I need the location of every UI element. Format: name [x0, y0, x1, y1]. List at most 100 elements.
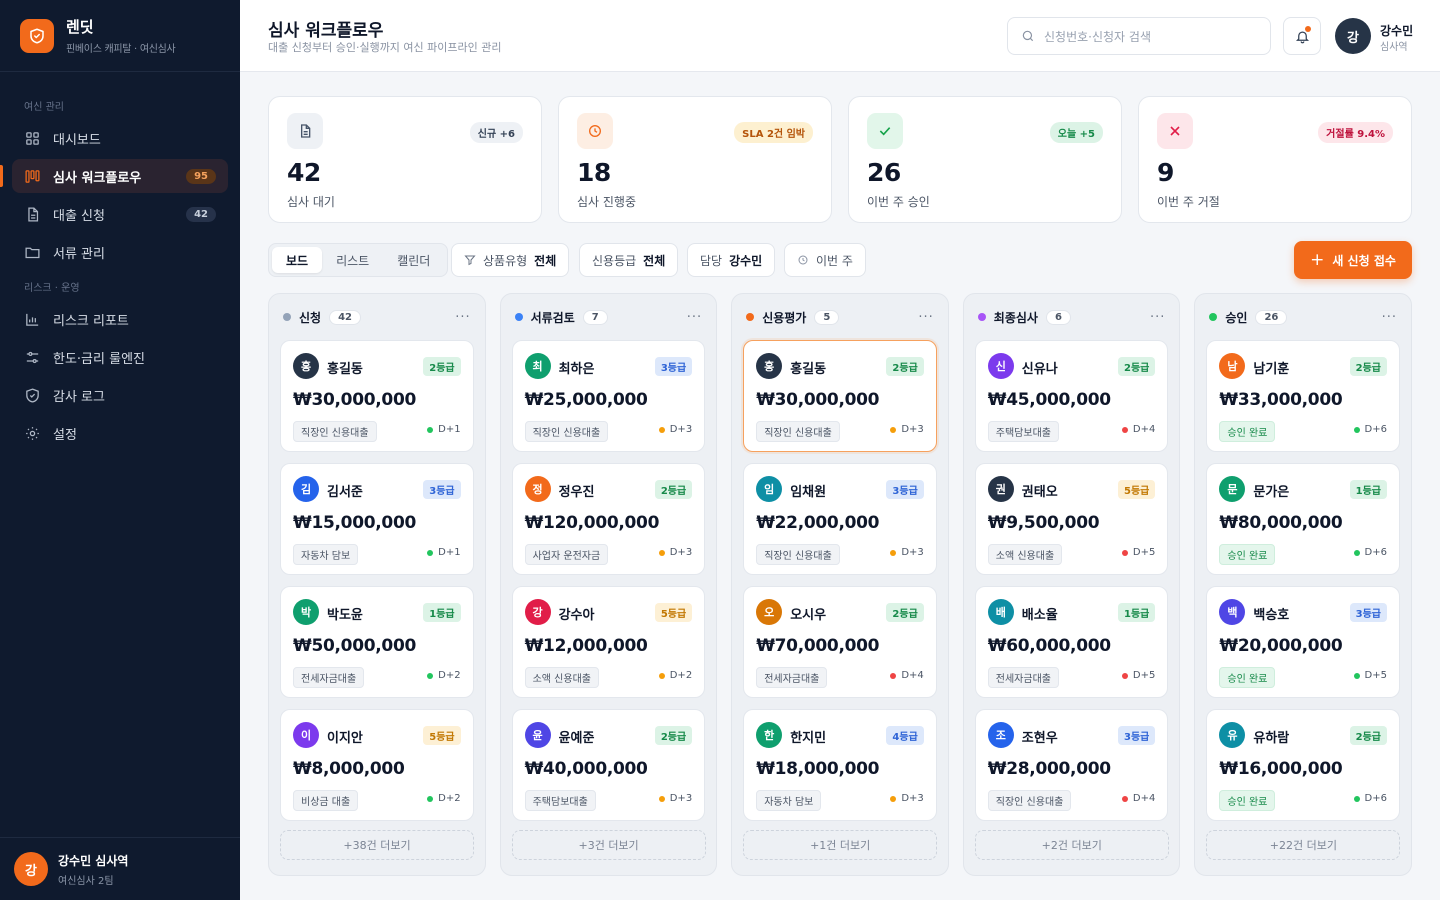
clock-icon: [577, 113, 613, 149]
tab-board[interactable]: 보드: [272, 247, 323, 273]
applicant-name: 정우진: [558, 485, 595, 500]
due-days: D+3: [901, 793, 924, 804]
more-options-icon[interactable]: ···: [1382, 310, 1397, 325]
stats-row: 신규 +6 42 심사 대기 SLA 2건 임박 18 심사 진행중 오늘 +5…: [268, 96, 1412, 223]
applicant-name: 박도윤: [327, 608, 363, 623]
due-days: D+5: [1132, 547, 1156, 558]
filter-value: 전체: [643, 253, 666, 268]
due-indicator: D+5: [1121, 547, 1156, 558]
load-more-button[interactable]: +22건 더보기: [1206, 830, 1401, 860]
application-card[interactable]: 홍 홍길동 2등급 ₩30,000,000 직장인 신용대출 D+3: [743, 340, 937, 452]
sidebar-user-team: 여신심사 2팀: [58, 875, 114, 887]
avatar: 박: [293, 599, 319, 625]
applicant-name: 이지안: [327, 731, 363, 746]
loan-amount: ₩15,000,000: [293, 513, 416, 533]
sidebar-user-profile[interactable]: 강 강수민 심사역 여신심사 2팀: [0, 837, 240, 900]
application-card[interactable]: 문 문가은 1등급 ₩80,000,000 승인 완료 D+6: [1206, 463, 1400, 575]
product-tag: 직장인 신용대출: [756, 544, 840, 565]
sidebar-item-settings[interactable]: 설정: [12, 416, 228, 450]
more-options-icon[interactable]: ···: [1150, 310, 1165, 325]
sidebar-item-workflow[interactable]: 심사 워크플로우 95: [0, 159, 228, 193]
applicant-name: 최하은: [558, 362, 595, 377]
load-more-button[interactable]: +1건 더보기: [743, 830, 938, 860]
loan-amount: ₩22,000,000: [756, 513, 880, 533]
application-card[interactable]: 남 남기훈 2등급 ₩33,000,000 승인 완료 D+6: [1206, 340, 1400, 452]
sidebar-item-count-badge: 42: [186, 206, 216, 222]
column-count-badge: 7: [582, 309, 608, 325]
tab-calendar[interactable]: 캘린더: [383, 247, 444, 273]
sidebar-item-dashboard[interactable]: 대시보드: [12, 121, 228, 155]
avatar[interactable]: 강: [1335, 18, 1371, 54]
stat-card-rejected[interactable]: 거절률 9.4% 9 이번 주 거절: [1138, 96, 1412, 223]
credit-grade-badge: 3등급: [1118, 726, 1156, 745]
sidebar-item-loan-application[interactable]: 대출 신청 42: [12, 197, 228, 231]
avatar: 윤: [524, 722, 551, 748]
filter-credit-grade[interactable]: 신용등급 전체: [579, 243, 679, 277]
due-indicator: D+5: [1353, 670, 1387, 681]
stat-card-in-progress[interactable]: SLA 2건 임박 18 심사 진행중: [558, 96, 832, 223]
sidebar-item-rule-engine[interactable]: 한도·금리 룰엔진: [12, 340, 228, 374]
application-card[interactable]: 신 신유나 2등급 ₩45,000,000 주택담보대출 D+4: [974, 340, 1169, 452]
credit-grade-badge: 3등급: [886, 480, 924, 499]
due-status-dot: [1353, 672, 1360, 679]
application-card[interactable]: 한 한지민 4등급 ₩18,000,000 자동차 담보 D+3: [743, 709, 937, 821]
column-title: 최종심사: [993, 310, 1038, 325]
avatar: 홍: [293, 353, 319, 379]
application-card[interactable]: 임 임채원 3등급 ₩22,000,000 직장인 신용대출 D+3: [743, 463, 937, 575]
sidebar-item-label: 리스크 리포트: [53, 313, 129, 329]
application-card[interactable]: 백 백승호 3등급 ₩20,000,000 승인 완료 D+5: [1206, 586, 1400, 698]
due-indicator: D+3: [658, 424, 692, 435]
stat-label: 이번 주 승인: [867, 195, 930, 209]
check-icon: [867, 113, 903, 149]
more-options-icon[interactable]: ···: [918, 310, 933, 325]
due-indicator: D+1: [427, 424, 461, 435]
avatar: 배: [987, 599, 1014, 625]
due-days: D+6: [1364, 793, 1387, 804]
filter-product-type[interactable]: 상품유형 전체: [451, 243, 570, 277]
sidebar-item-risk-report[interactable]: 리스크 리포트: [12, 302, 228, 336]
notification-button[interactable]: [1283, 17, 1321, 55]
more-options-icon[interactable]: ···: [455, 310, 470, 325]
new-application-button[interactable]: + 새 신청 접수: [1294, 241, 1412, 279]
applicant-name: 임채원: [790, 485, 827, 500]
search-input[interactable]: 신청번호·신청자 검색: [1007, 17, 1271, 55]
applicant-name: 오시우: [790, 608, 827, 623]
due-days: D+3: [669, 793, 693, 804]
application-card[interactable]: 윤 윤예준 2등급 ₩40,000,000 주택담보대출 D+3: [511, 709, 706, 821]
application-card[interactable]: 이 이지안 5등급 ₩8,000,000 비상금 대출 D+2: [280, 709, 474, 821]
product-tag: 직장인 신용대출: [293, 421, 377, 442]
credit-grade-badge: 1등급: [1118, 603, 1156, 622]
filter-period[interactable]: 이번 주: [784, 243, 866, 277]
application-card[interactable]: 조 조현우 3등급 ₩28,000,000 직장인 신용대출 D+4: [974, 709, 1169, 821]
brand[interactable]: 렌딧 핀베이스 캐피탈 · 여신심사: [0, 0, 240, 72]
application-card[interactable]: 권 권태오 5등급 ₩9,500,000 소액 신용대출 D+5: [974, 463, 1169, 575]
loan-amount: ₩40,000,000: [524, 759, 648, 779]
application-card[interactable]: 박 박도윤 1등급 ₩50,000,000 전세자금대출 D+2: [280, 586, 474, 698]
credit-grade-badge: 5등급: [654, 603, 693, 622]
bar-chart-icon: [26, 313, 39, 326]
column-status-dot: [283, 313, 291, 321]
filter-label: 신용등급: [592, 253, 637, 268]
application-card[interactable]: 홍 홍길동 2등급 ₩30,000,000 직장인 신용대출 D+1: [280, 340, 474, 452]
product-tag: 직장인 신용대출: [756, 421, 840, 442]
application-card[interactable]: 배 배소율 1등급 ₩60,000,000 전세자금대출 D+5: [974, 586, 1169, 698]
load-more-button[interactable]: +3건 더보기: [511, 830, 706, 860]
application-card[interactable]: 오 오시우 2등급 ₩70,000,000 전세자금대출 D+4: [743, 586, 937, 698]
stat-card-pending[interactable]: 신규 +6 42 심사 대기: [268, 96, 542, 223]
application-card[interactable]: 정 정우진 2등급 ₩120,000,000 사업자 운전자금 D+3: [511, 463, 706, 575]
application-card[interactable]: 유 유하람 2등급 ₩16,000,000 승인 완료 D+6: [1206, 709, 1400, 821]
load-more-button[interactable]: +38건 더보기: [280, 830, 474, 860]
loan-amount: ₩70,000,000: [756, 636, 880, 656]
sidebar-item-documents[interactable]: 서류 관리: [12, 235, 228, 269]
tab-list[interactable]: 리스트: [322, 247, 383, 273]
stat-card-approved[interactable]: 오늘 +5 26 이번 주 승인: [848, 96, 1122, 223]
application-card[interactable]: 김 김서준 3등급 ₩15,000,000 자동차 담보 D+1: [280, 463, 474, 575]
more-options-icon[interactable]: ···: [687, 310, 702, 325]
application-card[interactable]: 최 최하은 3등급 ₩25,000,000 직장인 신용대출 D+3: [511, 340, 706, 452]
credit-grade-badge: 2등급: [423, 357, 461, 376]
load-more-button[interactable]: +2건 더보기: [974, 830, 1169, 860]
application-card[interactable]: 강 강수아 5등급 ₩12,000,000 소액 신용대출 D+2: [511, 586, 706, 698]
sidebar-item-audit-log[interactable]: 감사 로그: [12, 378, 228, 412]
filter-owner[interactable]: 담당 강수민: [687, 243, 776, 277]
loan-amount: ₩60,000,000: [987, 636, 1111, 656]
